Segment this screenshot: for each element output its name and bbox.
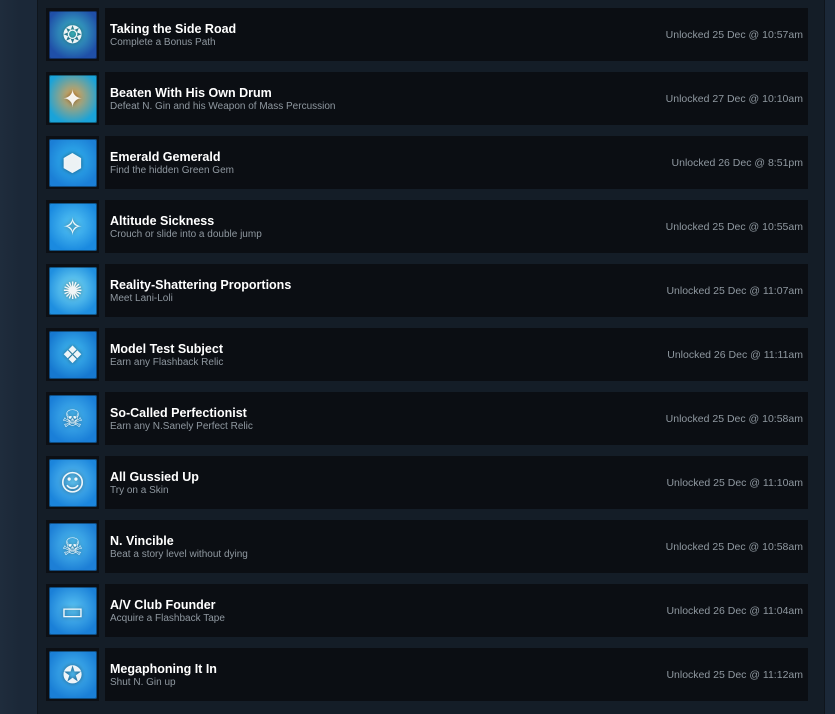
icon-glyph: ❖ — [61, 340, 84, 369]
achievement-info: Altitude Sickness Crouch or slide into a… — [105, 200, 808, 253]
icon-glyph: ✺ — [62, 276, 83, 305]
skin-icon: ☺ — [48, 458, 97, 507]
icon-glyph: ☺ — [59, 468, 86, 497]
achievement-row: ✺ Reality-Shattering Proportions Meet La… — [46, 264, 808, 317]
achievement-unlock-time: Unlocked 25 Dec @ 10:57am — [665, 29, 803, 41]
achievement-info: A/V Club Founder Acquire a Flashback Tap… — [105, 584, 808, 637]
achievement-icon-frame: ☠ — [46, 392, 99, 445]
achievement-info: Model Test Subject Earn any Flashback Re… — [105, 328, 808, 381]
achievement-description: Beat a story level without dying — [110, 549, 248, 560]
double-jump-icon: ✧ — [48, 202, 97, 251]
icon-glyph: ✧ — [62, 212, 83, 241]
achievement-info: All Gussied Up Try on a Skin Unlocked 25… — [105, 456, 808, 509]
icon-glyph: ❂ — [62, 20, 83, 49]
achievement-row: ☠ N. Vincible Beat a story level without… — [46, 520, 808, 573]
icon-glyph: ☠ — [61, 532, 84, 561]
flashback-tape-icon: ▭ — [48, 586, 97, 635]
achievement-description: Acquire a Flashback Tape — [110, 613, 225, 624]
achievement-unlock-time: Unlocked 25 Dec @ 10:58am — [665, 413, 803, 425]
achievement-row: ✪ Megaphoning It In Shut N. Gin up Unloc… — [46, 648, 808, 701]
achievement-title: N. Vincible — [110, 534, 174, 548]
drum-icon: ✦ — [48, 74, 97, 123]
achievement-description: Meet Lani-Loli — [110, 293, 173, 304]
achievement-description: Crouch or slide into a double jump — [110, 229, 262, 240]
achievement-icon-frame: ▭ — [46, 584, 99, 637]
achievement-description: Earn any Flashback Relic — [110, 357, 224, 368]
achievement-title: So-Called Perfectionist — [110, 406, 247, 420]
achievement-description: Find the hidden Green Gem — [110, 165, 234, 176]
skull-icon: ☠ — [48, 522, 97, 571]
achievement-row: ✦ Beaten With His Own Drum Defeat N. Gin… — [46, 72, 808, 125]
achievement-icon-frame: ⬢ — [46, 136, 99, 189]
achievements-page: ❂ Taking the Side Road Complete a Bonus … — [0, 0, 835, 714]
achievement-row: ❂ Taking the Side Road Complete a Bonus … — [46, 8, 808, 61]
achievement-unlock-time: Unlocked 26 Dec @ 8:51pm — [671, 157, 803, 169]
side-road-icon: ❂ — [48, 10, 97, 59]
icon-glyph: ✦ — [62, 84, 83, 113]
lani-loli-icon: ✺ — [48, 266, 97, 315]
achievement-unlock-time: Unlocked 25 Dec @ 11:10am — [666, 477, 803, 489]
achievement-unlock-time: Unlocked 26 Dec @ 11:04am — [666, 605, 803, 617]
achievement-row: ✧ Altitude Sickness Crouch or slide into… — [46, 200, 808, 253]
achievement-description: Earn any N.Sanely Perfect Relic — [110, 421, 253, 432]
achievement-info: Emerald Gemerald Find the hidden Green G… — [105, 136, 808, 189]
achievement-info: Reality-Shattering Proportions Meet Lani… — [105, 264, 808, 317]
flashback-relic-icon: ❖ — [48, 330, 97, 379]
achievement-icon-frame: ✦ — [46, 72, 99, 125]
achievement-row: ☠ So-Called Perfectionist Earn any N.San… — [46, 392, 808, 445]
achievement-title: Emerald Gemerald — [110, 150, 221, 164]
icon-glyph: ▭ — [61, 596, 84, 625]
achievement-title: Beaten With His Own Drum — [110, 86, 272, 100]
achievement-description: Defeat N. Gin and his Weapon of Mass Per… — [110, 101, 336, 112]
icon-glyph: ✪ — [62, 660, 83, 689]
achievement-info: Megaphoning It In Shut N. Gin up Unlocke… — [105, 648, 808, 701]
achievement-title: All Gussied Up — [110, 470, 199, 484]
achievement-row: ▭ A/V Club Founder Acquire a Flashback T… — [46, 584, 808, 637]
achievement-icon-frame: ❂ — [46, 8, 99, 61]
achievement-info: Taking the Side Road Complete a Bonus Pa… — [105, 8, 808, 61]
achievement-icon-frame: ✪ — [46, 648, 99, 701]
achievement-row: ⬢ Emerald Gemerald Find the hidden Green… — [46, 136, 808, 189]
achievement-title: Altitude Sickness — [110, 214, 215, 228]
achievement-row: ☺ All Gussied Up Try on a Skin Unlocked … — [46, 456, 808, 509]
achievement-unlock-time: Unlocked 26 Dec @ 11:11am — [667, 349, 803, 361]
achievement-icon-frame: ✺ — [46, 264, 99, 317]
achievement-unlock-time: Unlocked 25 Dec @ 11:12am — [666, 669, 803, 681]
achievement-info: So-Called Perfectionist Earn any N.Sanel… — [105, 392, 808, 445]
achievement-title: Megaphoning It In — [110, 662, 217, 676]
achievement-unlock-time: Unlocked 27 Dec @ 10:10am — [665, 93, 803, 105]
perfect-relic-icon: ☠ — [48, 394, 97, 443]
achievement-icon-frame: ☠ — [46, 520, 99, 573]
achievement-unlock-time: Unlocked 25 Dec @ 10:58am — [665, 541, 803, 553]
achievement-icon-frame: ☺ — [46, 456, 99, 509]
achievement-row: ❖ Model Test Subject Earn any Flashback … — [46, 328, 808, 381]
achievement-description: Shut N. Gin up — [110, 677, 176, 688]
achievement-title: A/V Club Founder — [110, 598, 216, 612]
achievement-unlock-time: Unlocked 25 Dec @ 11:07am — [666, 285, 803, 297]
achievement-info: Beaten With His Own Drum Defeat N. Gin a… — [105, 72, 808, 125]
icon-glyph: ⬢ — [62, 148, 83, 177]
achievement-description: Try on a Skin — [110, 485, 169, 496]
achievement-unlock-time: Unlocked 25 Dec @ 10:55am — [665, 221, 803, 233]
achievement-info: N. Vincible Beat a story level without d… — [105, 520, 808, 573]
megaphone-icon: ✪ — [48, 650, 97, 699]
achievement-description: Complete a Bonus Path — [110, 37, 216, 48]
achievement-title: Reality-Shattering Proportions — [110, 278, 292, 292]
green-gem-icon: ⬢ — [48, 138, 97, 187]
achievement-icon-frame: ❖ — [46, 328, 99, 381]
achievement-icon-frame: ✧ — [46, 200, 99, 253]
icon-glyph: ☠ — [61, 404, 84, 433]
achievement-title: Taking the Side Road — [110, 22, 237, 36]
achievement-title: Model Test Subject — [110, 342, 223, 356]
